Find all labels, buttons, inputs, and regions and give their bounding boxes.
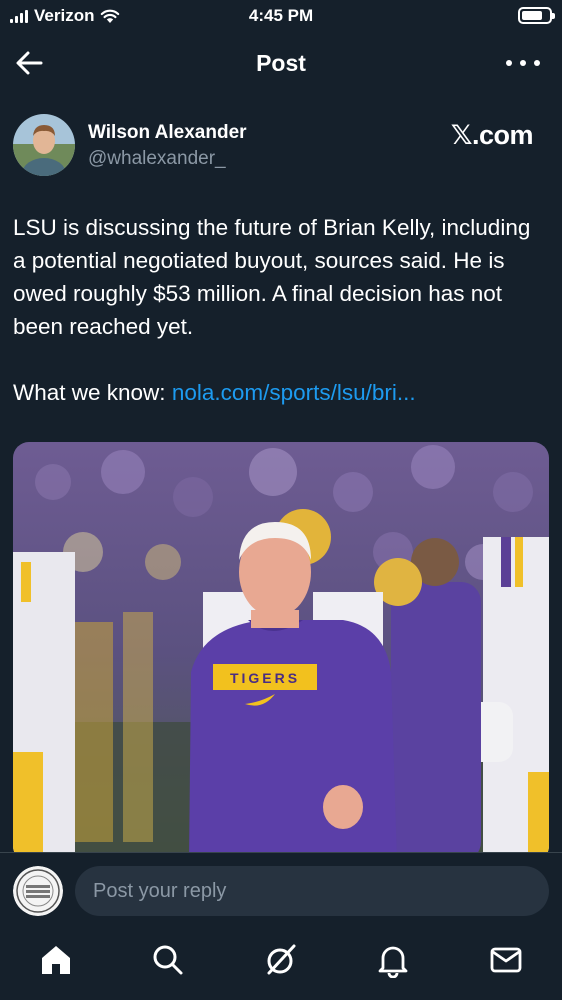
tab-notifications[interactable]	[373, 940, 413, 980]
what-we-know-label: What we know:	[13, 380, 166, 405]
tab-search[interactable]	[148, 940, 188, 980]
post-text: LSU is discussing the future of Brian Ke…	[13, 215, 531, 339]
grok-icon	[267, 944, 296, 975]
page-title: Post	[256, 50, 306, 76]
more-button[interactable]	[506, 50, 540, 76]
bottom-tab-bar	[0, 928, 562, 1000]
hoodie-text: TIGERS	[230, 670, 300, 686]
status-time: 4:45 PM	[248, 6, 314, 25]
author-row: Wilson Alexander @whalexander_ 𝕏.com	[13, 114, 549, 178]
what-we-know-line: What we know: nola.com/sports/lsu/bri...	[13, 376, 543, 409]
battery-level	[522, 11, 542, 20]
post-header: Post	[0, 38, 562, 88]
reply-bar	[0, 852, 562, 928]
app-screen: Verizon 4:45 PM Post Wilson Alexander @w…	[0, 0, 562, 1000]
status-bar: Verizon 4:45 PM	[0, 0, 562, 32]
source-label: 𝕏.com	[450, 120, 534, 150]
tab-home[interactable]	[36, 940, 76, 980]
search-icon	[153, 945, 183, 975]
battery-icon	[518, 7, 555, 24]
reply-input[interactable]	[75, 866, 549, 916]
article-link[interactable]: nola.com/sports/lsu/bri...	[172, 380, 416, 405]
post-body: LSU is discussing the future of Brian Ke…	[13, 211, 543, 442]
tab-messages[interactable]	[486, 940, 526, 980]
mail-icon	[490, 947, 522, 973]
user-avatar[interactable]	[13, 866, 63, 916]
author-handle[interactable]: @whalexander_	[88, 148, 226, 170]
post-image[interactable]: TIGERS	[13, 442, 549, 862]
more-horizontal-icon	[506, 60, 512, 66]
bell-icon	[378, 946, 408, 978]
tab-grok[interactable]	[261, 940, 301, 980]
author-name[interactable]: Wilson Alexander	[88, 122, 247, 144]
home-icon	[42, 946, 70, 974]
author-avatar[interactable]	[13, 114, 75, 176]
